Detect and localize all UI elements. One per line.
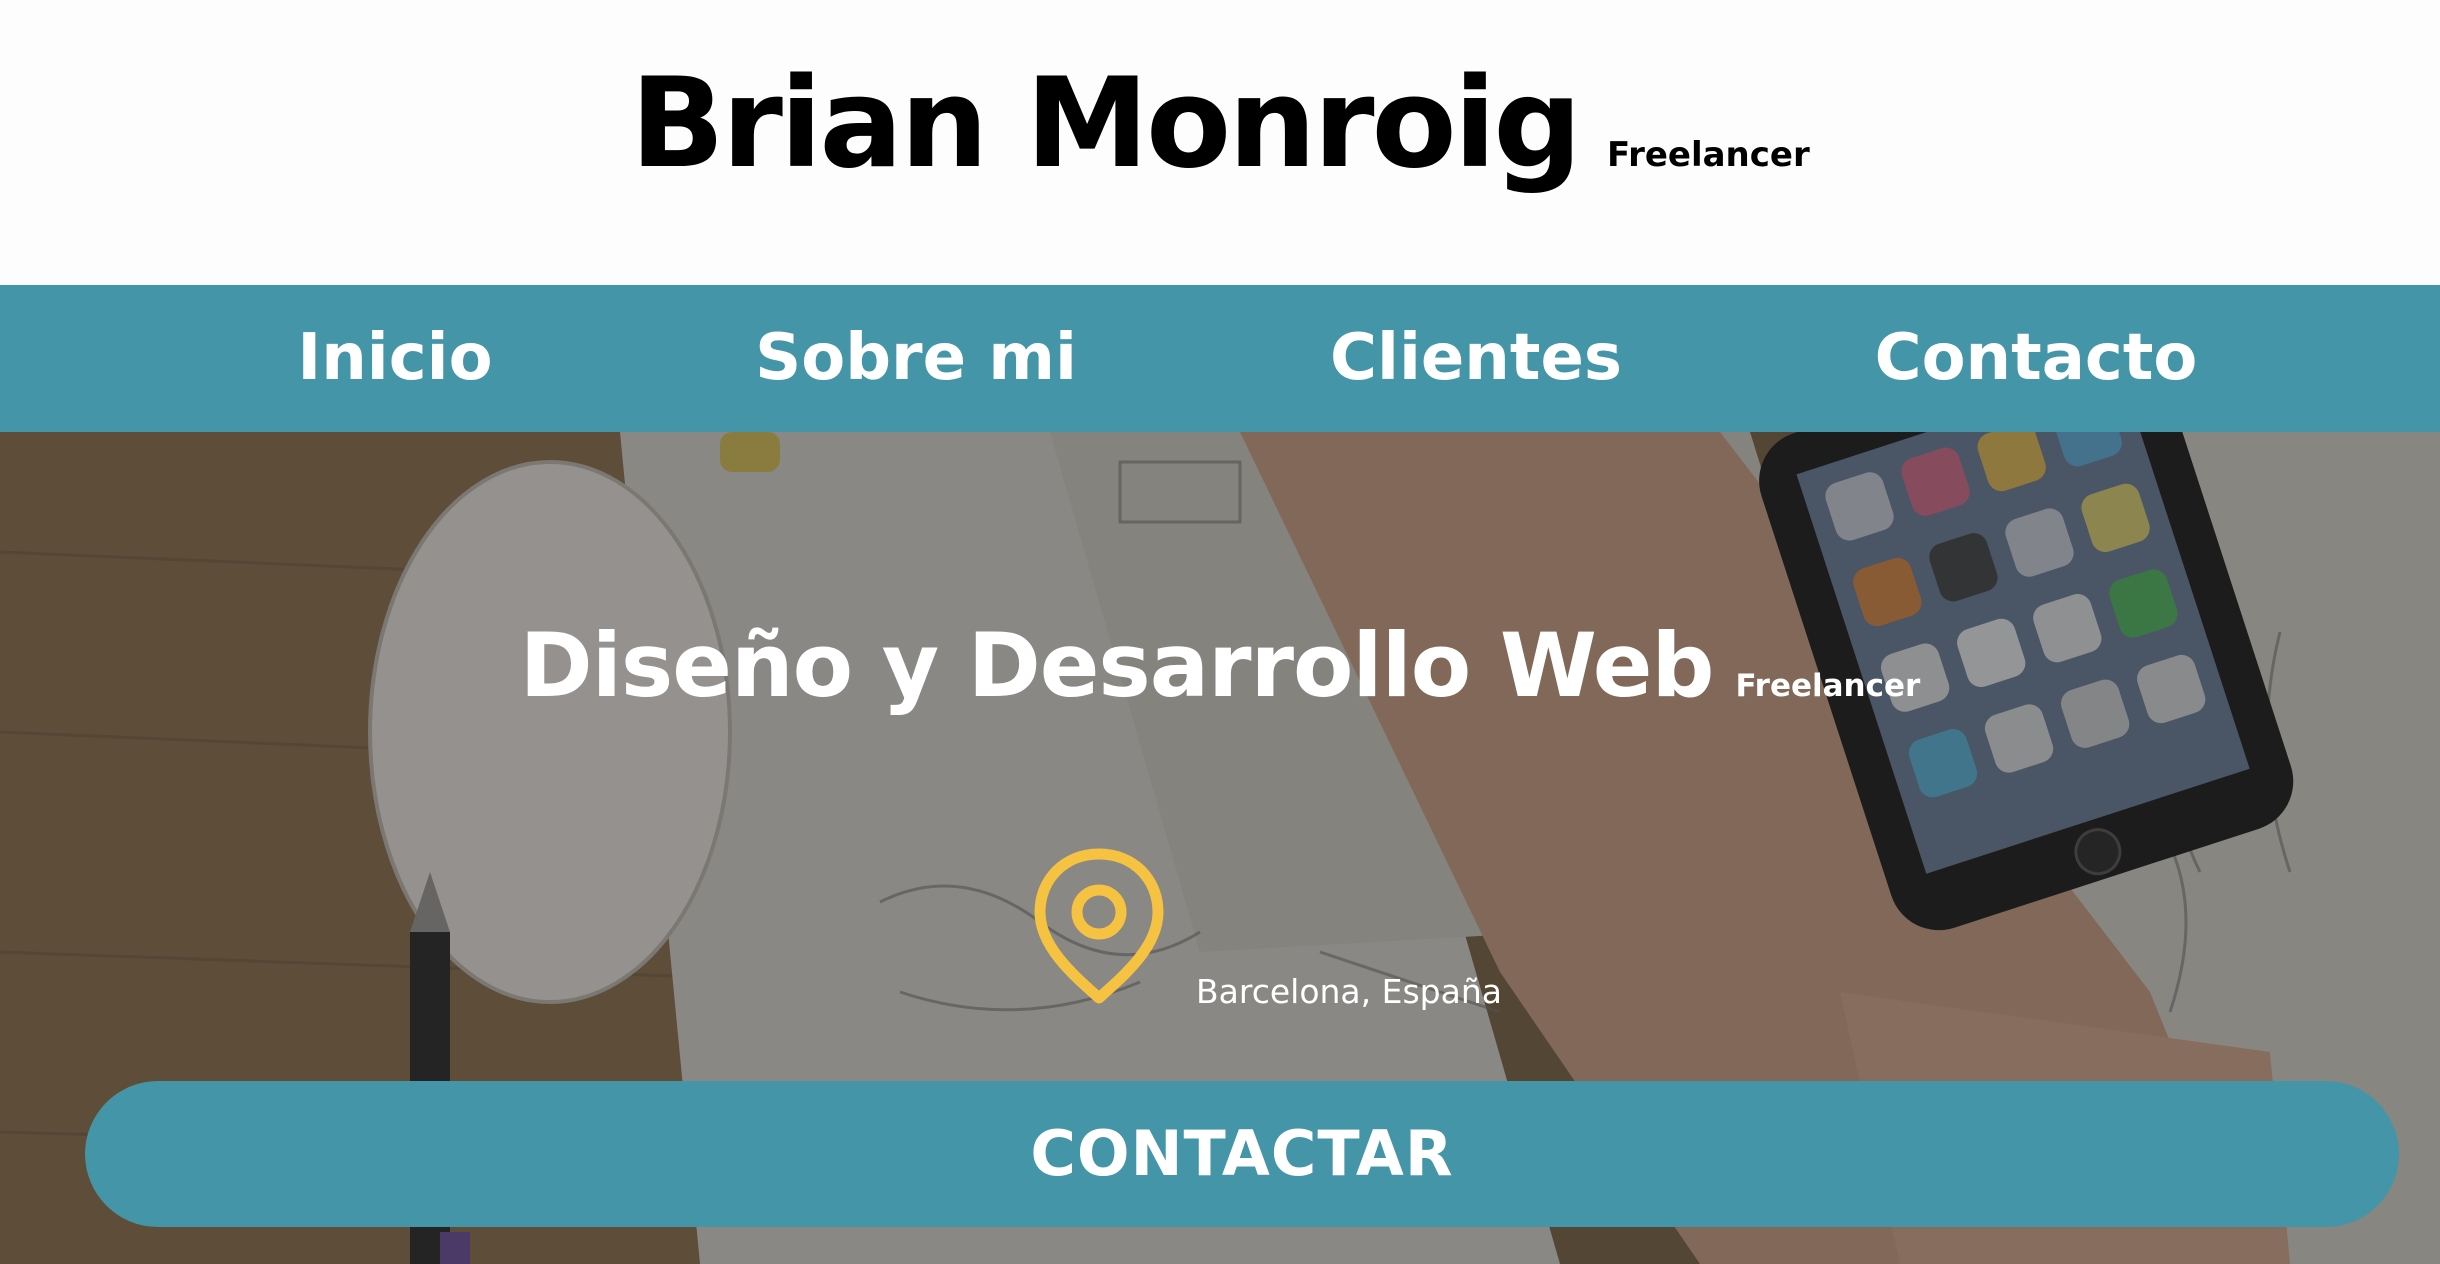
site-tagline: Freelancer — [1607, 135, 1810, 175]
location-label: Barcelona, España — [1196, 972, 1502, 1011]
site-title: Brian Monroig — [630, 52, 1582, 196]
map-pin-icon — [1034, 848, 1164, 1004]
brand: Brian Monroig Freelancer — [0, 52, 2440, 196]
main-nav: Inicio Sobre mi Clientes Contacto — [0, 285, 2440, 432]
nav-item-inicio[interactable]: Inicio — [297, 285, 492, 432]
contact-button[interactable]: CONTACTAR — [85, 1081, 2399, 1227]
nav-item-clientes[interactable]: Clientes — [1330, 285, 1622, 432]
hero-heading: Diseño y Desarrollo Web — [519, 614, 1715, 717]
site-header: Brian Monroig Freelancer — [0, 0, 2440, 285]
hero-title: Diseño y Desarrollo Web Freelancer — [0, 614, 2440, 717]
hero-section: Diseño y Desarrollo Web Freelancer Barcel… — [0, 432, 2440, 1264]
nav-item-sobre-mi[interactable]: Sobre mi — [755, 285, 1077, 432]
nav-item-contacto[interactable]: Contacto — [1875, 285, 2198, 432]
hero-tagline: Freelancer — [1735, 668, 1921, 704]
